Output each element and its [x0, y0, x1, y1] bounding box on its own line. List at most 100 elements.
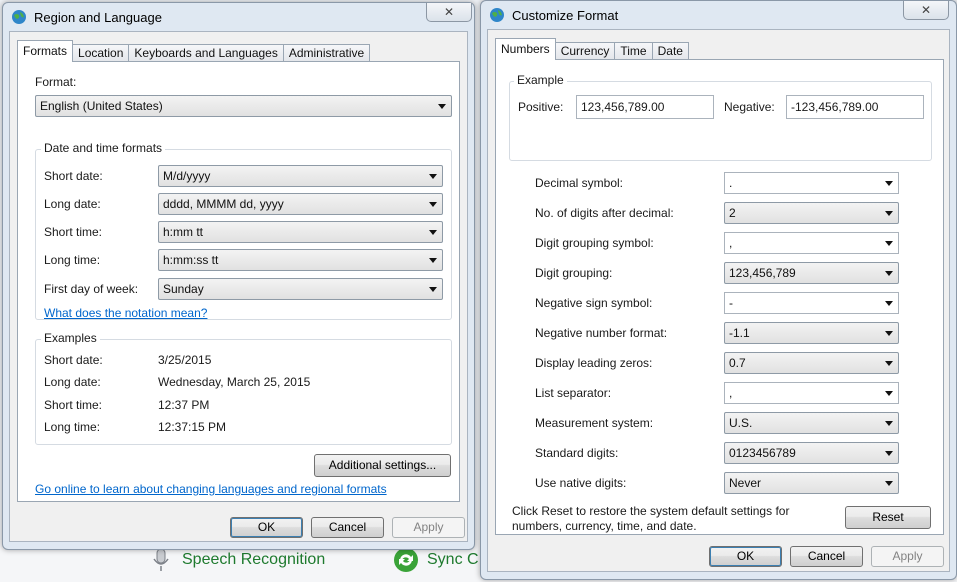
tab-formats[interactable]: Formats — [17, 40, 74, 62]
region-language-window: Region and Language ✕ Formats Location K… — [2, 2, 475, 550]
setting-label: Measurement system: — [535, 416, 654, 430]
short-date-dropdown[interactable]: M/d/yyyy — [158, 165, 443, 187]
setting-label: Use native digits: — [535, 476, 627, 490]
region-language-titlebar[interactable]: Region and Language — [3, 3, 474, 31]
setting-label: Negative sign symbol: — [535, 296, 653, 310]
chevron-down-icon — [885, 211, 893, 216]
tab-date[interactable]: Date — [651, 42, 689, 60]
setting-value: 0.7 — [729, 356, 746, 370]
format-value: English (United States) — [40, 99, 163, 113]
setting-label: Display leading zeros: — [535, 356, 653, 370]
reset-button[interactable]: Reset — [845, 506, 931, 529]
short-time-dropdown[interactable]: h:mm tt — [158, 221, 443, 243]
setting-dropdown[interactable]: Never — [724, 472, 899, 494]
setting-dropdown[interactable]: 0.7 — [724, 352, 899, 374]
setting-label: Standard digits: — [535, 446, 619, 460]
setting-dropdown[interactable]: - — [724, 292, 899, 314]
format-label: Format: — [35, 75, 77, 89]
formats-panel: Format: English (United States) Date and… — [17, 61, 460, 502]
format-dropdown[interactable]: English (United States) — [35, 95, 452, 117]
chevron-down-icon — [885, 301, 893, 306]
setting-value: -1.1 — [729, 326, 750, 340]
setting-value: , — [729, 386, 733, 400]
example-group — [509, 81, 932, 161]
globe-icon — [490, 8, 504, 22]
close-button[interactable]: ✕ — [903, 1, 949, 20]
customize-format-titlebar[interactable]: Customize Format — [481, 1, 956, 29]
setting-dropdown[interactable]: 0123456789 — [724, 442, 899, 464]
long-date-label: Long date: — [44, 197, 101, 211]
long-time-label: Long time: — [44, 253, 101, 267]
notation-help-link[interactable]: What does the notation mean? — [44, 306, 207, 320]
example-short-time-value: 12:37 PM — [158, 398, 210, 412]
example-long-date-value: Wednesday, March 25, 2015 — [158, 375, 311, 389]
apply-button[interactable]: Apply — [392, 517, 465, 538]
chevron-down-icon — [885, 481, 893, 486]
tab-time[interactable]: Time — [614, 42, 653, 60]
customize-format-client: Numbers Currency Time Date Example Posit… — [487, 29, 950, 572]
chevron-down-icon — [885, 421, 893, 426]
ok-button[interactable]: OK — [230, 517, 303, 538]
ok-button[interactable]: OK — [709, 546, 782, 567]
setting-value: . — [729, 176, 733, 190]
tab-location[interactable]: Location — [72, 44, 130, 62]
tab-keyboards-and-languages[interactable]: Keyboards and Languages — [128, 44, 284, 62]
short-time-label: Short time: — [44, 225, 103, 239]
globe-icon — [12, 10, 26, 24]
tab-administrative[interactable]: Administrative — [282, 44, 371, 62]
setting-dropdown[interactable]: U.S. — [724, 412, 899, 434]
region-language-client: Formats Location Keyboards and Languages… — [9, 31, 468, 542]
chevron-down-icon — [885, 331, 893, 336]
numbers-panel: Example Positive: 123,456,789.00 Negativ… — [495, 59, 944, 535]
setting-label: Digit grouping: — [535, 266, 613, 280]
customize-format-window: Customize Format ✕ Numbers Currency Time… — [480, 0, 957, 580]
chevron-down-icon — [885, 361, 893, 366]
first-day-of-week-value: Sunday — [163, 282, 204, 296]
speech-recognition-label: Speech Recognition — [182, 551, 326, 568]
tab-numbers[interactable]: Numbers — [495, 38, 556, 60]
long-date-dropdown[interactable]: dddd, MMMM dd, yyyy — [158, 193, 443, 215]
example-short-date-label: Short date: — [44, 353, 103, 367]
chevron-down-icon — [438, 104, 446, 109]
setting-dropdown[interactable]: , — [724, 232, 899, 254]
datetime-group-title: Date and time formats — [41, 141, 166, 155]
chevron-down-icon — [885, 451, 893, 456]
microphone-icon — [153, 548, 169, 571]
setting-label: Negative number format: — [535, 326, 668, 340]
tab-currency[interactable]: Currency — [554, 42, 616, 60]
setting-dropdown[interactable]: 123,456,789 — [724, 262, 899, 284]
long-time-dropdown[interactable]: h:mm:ss tt — [158, 249, 443, 271]
cancel-button[interactable]: Cancel — [311, 517, 384, 538]
chevron-down-icon — [885, 181, 893, 186]
setting-value: U.S. — [729, 416, 753, 430]
setting-label: List separator: — [535, 386, 612, 400]
chevron-down-icon — [429, 174, 437, 179]
setting-dropdown[interactable]: . — [724, 172, 899, 194]
setting-label: Digit grouping symbol: — [535, 236, 654, 250]
chevron-down-icon — [429, 287, 437, 292]
sync-center-label: Sync C — [427, 551, 479, 568]
chevron-down-icon — [429, 202, 437, 207]
window-title: Region and Language — [34, 9, 162, 25]
cancel-button[interactable]: Cancel — [790, 546, 863, 567]
apply-button[interactable]: Apply — [871, 546, 944, 567]
setting-dropdown[interactable]: -1.1 — [724, 322, 899, 344]
short-time-value: h:mm tt — [163, 225, 204, 239]
setting-label: Decimal symbol: — [535, 176, 624, 190]
setting-dropdown[interactable]: , — [724, 382, 899, 404]
example-group-title: Example — [514, 73, 567, 87]
online-help-link[interactable]: Go online to learn about changing langua… — [35, 482, 387, 496]
example-short-date-value: 3/25/2015 — [158, 353, 212, 367]
additional-settings-button[interactable]: Additional settings... — [314, 454, 451, 477]
example-long-date-label: Long date: — [44, 375, 101, 389]
close-button[interactable]: ✕ — [426, 3, 472, 22]
first-day-of-week-dropdown[interactable]: Sunday — [158, 278, 443, 300]
short-date-label: Short date: — [44, 169, 103, 183]
setting-value: - — [729, 296, 733, 310]
chevron-down-icon — [429, 258, 437, 263]
reset-note: Click Reset to restore the system defaul… — [512, 504, 790, 533]
first-day-of-week-label: First day of week: — [44, 282, 139, 296]
long-date-value: dddd, MMMM dd, yyyy — [163, 197, 284, 211]
window-title: Customize Format — [512, 7, 619, 23]
setting-dropdown[interactable]: 2 — [724, 202, 899, 224]
